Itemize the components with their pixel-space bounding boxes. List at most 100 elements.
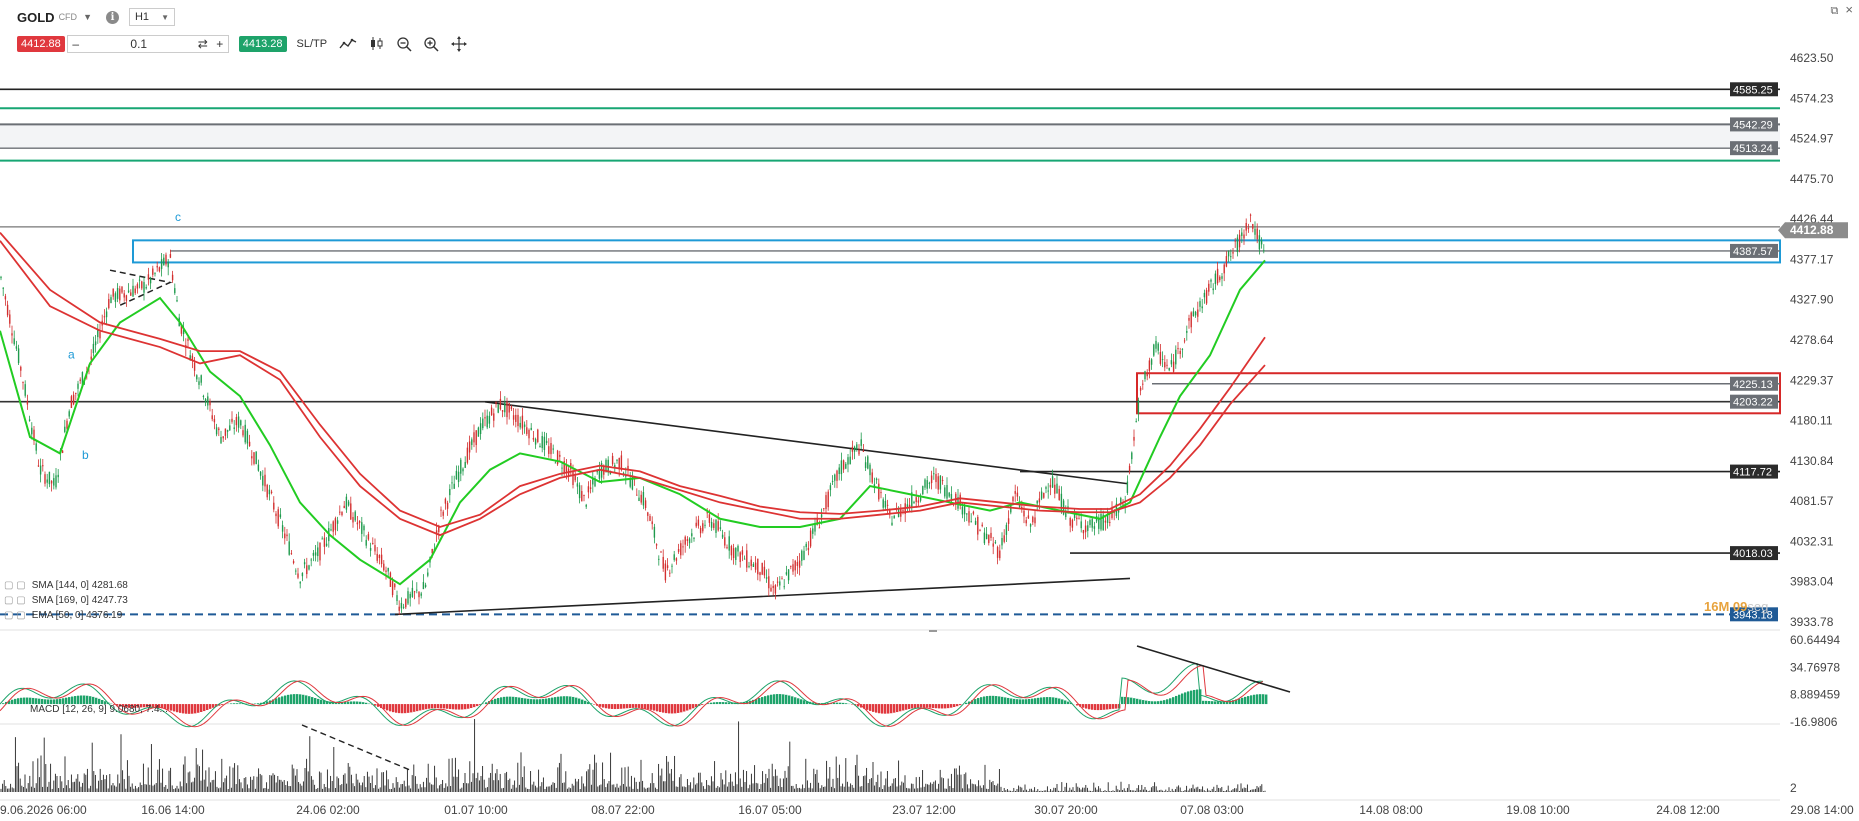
macd-histogram-bar xyxy=(920,704,923,708)
macd-histogram-bar xyxy=(1208,701,1211,705)
ask-price-button[interactable]: 4413.28 xyxy=(238,36,287,52)
indicator-legend-sma169[interactable]: ▢ ▢ SMA [169, 0] 4247.73 xyxy=(4,595,128,606)
macd-histogram-bar xyxy=(527,698,530,705)
symbol-dropdown-icon[interactable]: ▼ xyxy=(83,12,92,22)
candle-body xyxy=(787,569,790,581)
bid-price-button[interactable]: 4412.88 xyxy=(17,36,65,52)
macd-histogram-bar xyxy=(602,704,605,708)
candle-body xyxy=(1159,351,1162,364)
candle-body xyxy=(1201,306,1203,309)
legend-toggle-icon[interactable]: ▢ ▢ xyxy=(4,610,26,621)
volume-plus-button[interactable]: + xyxy=(212,37,228,51)
macd-line xyxy=(0,662,1264,728)
macd-histogram-bar xyxy=(365,702,368,705)
macd-histogram-bar xyxy=(965,702,968,705)
macd-histogram-bar xyxy=(1175,695,1178,705)
restore-window-button[interactable]: ⧉ xyxy=(1830,5,1838,17)
candle-body xyxy=(446,502,449,509)
candle-body xyxy=(1230,256,1232,258)
candle-body xyxy=(548,446,550,454)
candle-body xyxy=(1128,465,1131,472)
macd-histogram-bar xyxy=(611,704,614,709)
chart-canvas[interactable]: 4623.504574.234524.974475.704426.444377.… xyxy=(0,0,1859,821)
candle-body xyxy=(664,563,667,581)
candle-body xyxy=(882,499,884,508)
macd-legend[interactable]: MACD [12, 26, 9] 9.0680, 7.4... xyxy=(30,704,168,715)
volume-stepper[interactable]: – 0.1 ⇄ + xyxy=(66,35,229,53)
macd-histogram-bar xyxy=(1127,697,1130,705)
candle-body xyxy=(1225,256,1228,267)
candle-body xyxy=(515,414,517,422)
candle-body xyxy=(878,483,880,500)
candle-body xyxy=(946,485,948,499)
candle-body xyxy=(200,375,202,383)
candle-body xyxy=(1104,520,1107,523)
candle-body xyxy=(1032,516,1034,523)
candle-body xyxy=(235,416,238,426)
indicator-legend-sma144[interactable]: ▢ ▢ SMA [144, 0] 4281.68 xyxy=(4,580,128,591)
macd-histogram-bar xyxy=(1166,699,1169,705)
macd-histogram-bar xyxy=(899,704,902,712)
crosshair-icon[interactable] xyxy=(451,36,468,52)
volume-minus-button[interactable]: – xyxy=(68,37,84,51)
candle-body xyxy=(152,268,154,275)
macd-histogram-bar xyxy=(311,697,314,705)
candle-body xyxy=(325,543,328,546)
countdown-seconds: 09 xyxy=(1732,599,1748,614)
candle-body xyxy=(537,429,539,442)
sltp-button[interactable]: SL/TP xyxy=(297,38,328,50)
candle-body xyxy=(1109,521,1111,523)
candle-body xyxy=(15,346,18,349)
candle-body xyxy=(149,277,152,284)
candle-body xyxy=(174,288,176,294)
candle-body xyxy=(413,591,416,593)
macd-histogram-bar xyxy=(440,704,443,709)
macd-histogram-bar xyxy=(764,696,767,705)
candle-body xyxy=(1045,487,1047,489)
candle-body xyxy=(1249,214,1252,216)
candle-body xyxy=(1142,383,1144,385)
indicator-legend-ema50[interactable]: ▢ ▢ EMA [50, 0] 4376.19 xyxy=(4,610,122,621)
macd-histogram-bar xyxy=(485,702,488,705)
zoom-out-icon[interactable] xyxy=(397,36,412,52)
candle-body xyxy=(772,585,774,589)
legend-toggle-icon[interactable]: ▢ ▢ xyxy=(4,595,26,606)
candle-body xyxy=(163,257,165,266)
candle-type-icon[interactable] xyxy=(369,36,385,52)
candle-body xyxy=(849,456,851,465)
volume-input[interactable]: 0.1 xyxy=(84,37,194,51)
macd-histogram-bar xyxy=(200,704,203,712)
candle-body xyxy=(1190,312,1192,328)
macd-histogram-bar xyxy=(1034,698,1037,705)
macd-histogram-bar xyxy=(557,696,560,705)
candle-body xyxy=(893,515,895,519)
macd-histogram-bar xyxy=(77,695,80,705)
candle-body xyxy=(636,494,638,496)
macd-histogram-bar xyxy=(662,704,665,713)
swap-icon[interactable]: ⇄ xyxy=(194,37,212,51)
zoom-in-icon[interactable] xyxy=(424,36,439,52)
candle-body xyxy=(983,532,986,544)
macd-histogram-bar xyxy=(203,704,206,712)
candle-body xyxy=(145,287,147,289)
legend-toggle-icon[interactable]: ▢ ▢ xyxy=(4,580,26,591)
candle-body xyxy=(1247,228,1250,230)
macd-histogram-bar xyxy=(653,704,656,711)
candle-body xyxy=(1150,359,1153,365)
price-label-tag: 4585.25 xyxy=(1730,82,1778,97)
price-tag-text: 4542.29 xyxy=(1733,119,1773,131)
timeframe-select[interactable]: H1 ▼ xyxy=(128,8,175,26)
candle-body xyxy=(853,446,856,452)
candle-body xyxy=(385,570,387,572)
close-window-button[interactable]: × xyxy=(1845,2,1853,17)
macd-histogram-bar xyxy=(392,704,395,713)
info-icon[interactable]: i xyxy=(105,10,119,24)
macd-histogram-bar xyxy=(857,704,860,707)
candle-body xyxy=(1208,283,1210,292)
candle-body xyxy=(1034,517,1036,524)
macd-histogram-bar xyxy=(362,702,365,705)
line-chart-icon[interactable] xyxy=(339,37,357,51)
candle-body xyxy=(638,497,640,502)
macd-histogram-bar xyxy=(989,695,992,705)
symbol-name[interactable]: GOLD xyxy=(17,10,55,25)
